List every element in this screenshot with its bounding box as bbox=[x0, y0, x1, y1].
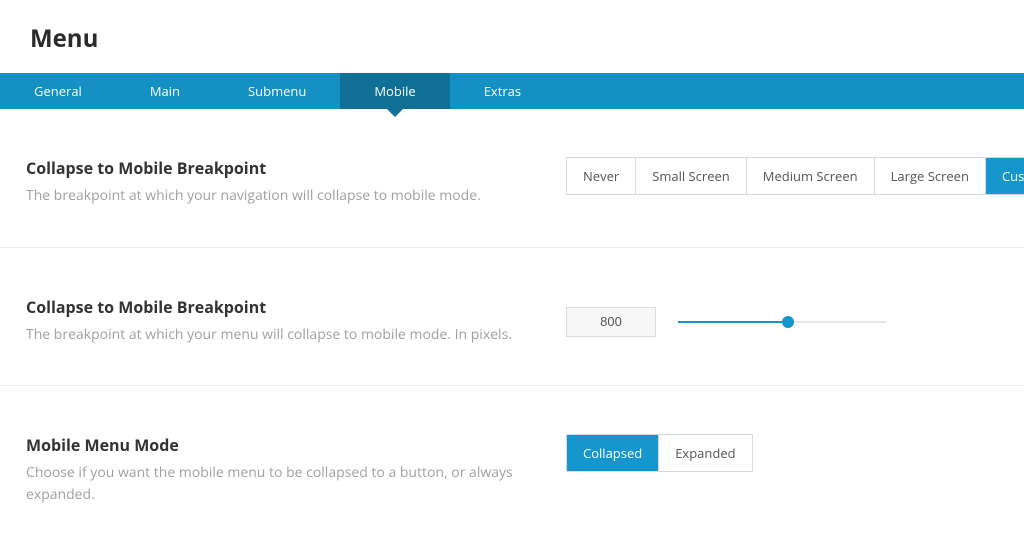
tab-general[interactable]: General bbox=[0, 73, 116, 109]
setting-title: Collapse to Mobile Breakpoint bbox=[26, 157, 536, 179]
option-large-screen[interactable]: Large Screen bbox=[875, 158, 986, 194]
setting-desc: The breakpoint at which your navigation … bbox=[26, 185, 536, 207]
setting-breakpoint-mode: Collapse to Mobile Breakpoint The breakp… bbox=[0, 109, 1024, 248]
setting-desc: Choose if you want the mobile menu to be… bbox=[26, 462, 536, 505]
tab-submenu[interactable]: Submenu bbox=[214, 73, 340, 109]
breakpoint-mode-options: Never Small Screen Medium Screen Large S… bbox=[566, 157, 1024, 195]
breakpoint-px-slider[interactable] bbox=[678, 315, 886, 329]
option-never[interactable]: Never bbox=[567, 158, 636, 194]
breakpoint-px-input[interactable] bbox=[566, 307, 656, 337]
setting-desc: The breakpoint at which your menu will c… bbox=[26, 324, 536, 346]
setting-title: Mobile Menu Mode bbox=[26, 434, 536, 456]
option-medium-screen[interactable]: Medium Screen bbox=[747, 158, 875, 194]
option-collapsed[interactable]: Collapsed bbox=[567, 435, 659, 471]
setting-menu-mode: Mobile Menu Mode Choose if you want the … bbox=[0, 386, 1024, 545]
tabbar: General Main Submenu Mobile Extras bbox=[0, 73, 1024, 109]
slider-rest bbox=[788, 321, 886, 323]
option-small-screen[interactable]: Small Screen bbox=[636, 158, 747, 194]
setting-title: Collapse to Mobile Breakpoint bbox=[26, 296, 536, 318]
slider-track bbox=[678, 321, 788, 323]
tab-mobile[interactable]: Mobile bbox=[340, 73, 449, 109]
menu-mode-options: Collapsed Expanded bbox=[566, 434, 753, 472]
option-expanded[interactable]: Expanded bbox=[659, 435, 751, 471]
option-custom[interactable]: Custom bbox=[986, 158, 1024, 194]
tab-extras[interactable]: Extras bbox=[450, 73, 555, 109]
tab-main[interactable]: Main bbox=[116, 73, 214, 109]
setting-breakpoint-px: Collapse to Mobile Breakpoint The breakp… bbox=[0, 248, 1024, 387]
slider-thumb[interactable] bbox=[782, 316, 794, 328]
page-title: Menu bbox=[0, 0, 1024, 73]
